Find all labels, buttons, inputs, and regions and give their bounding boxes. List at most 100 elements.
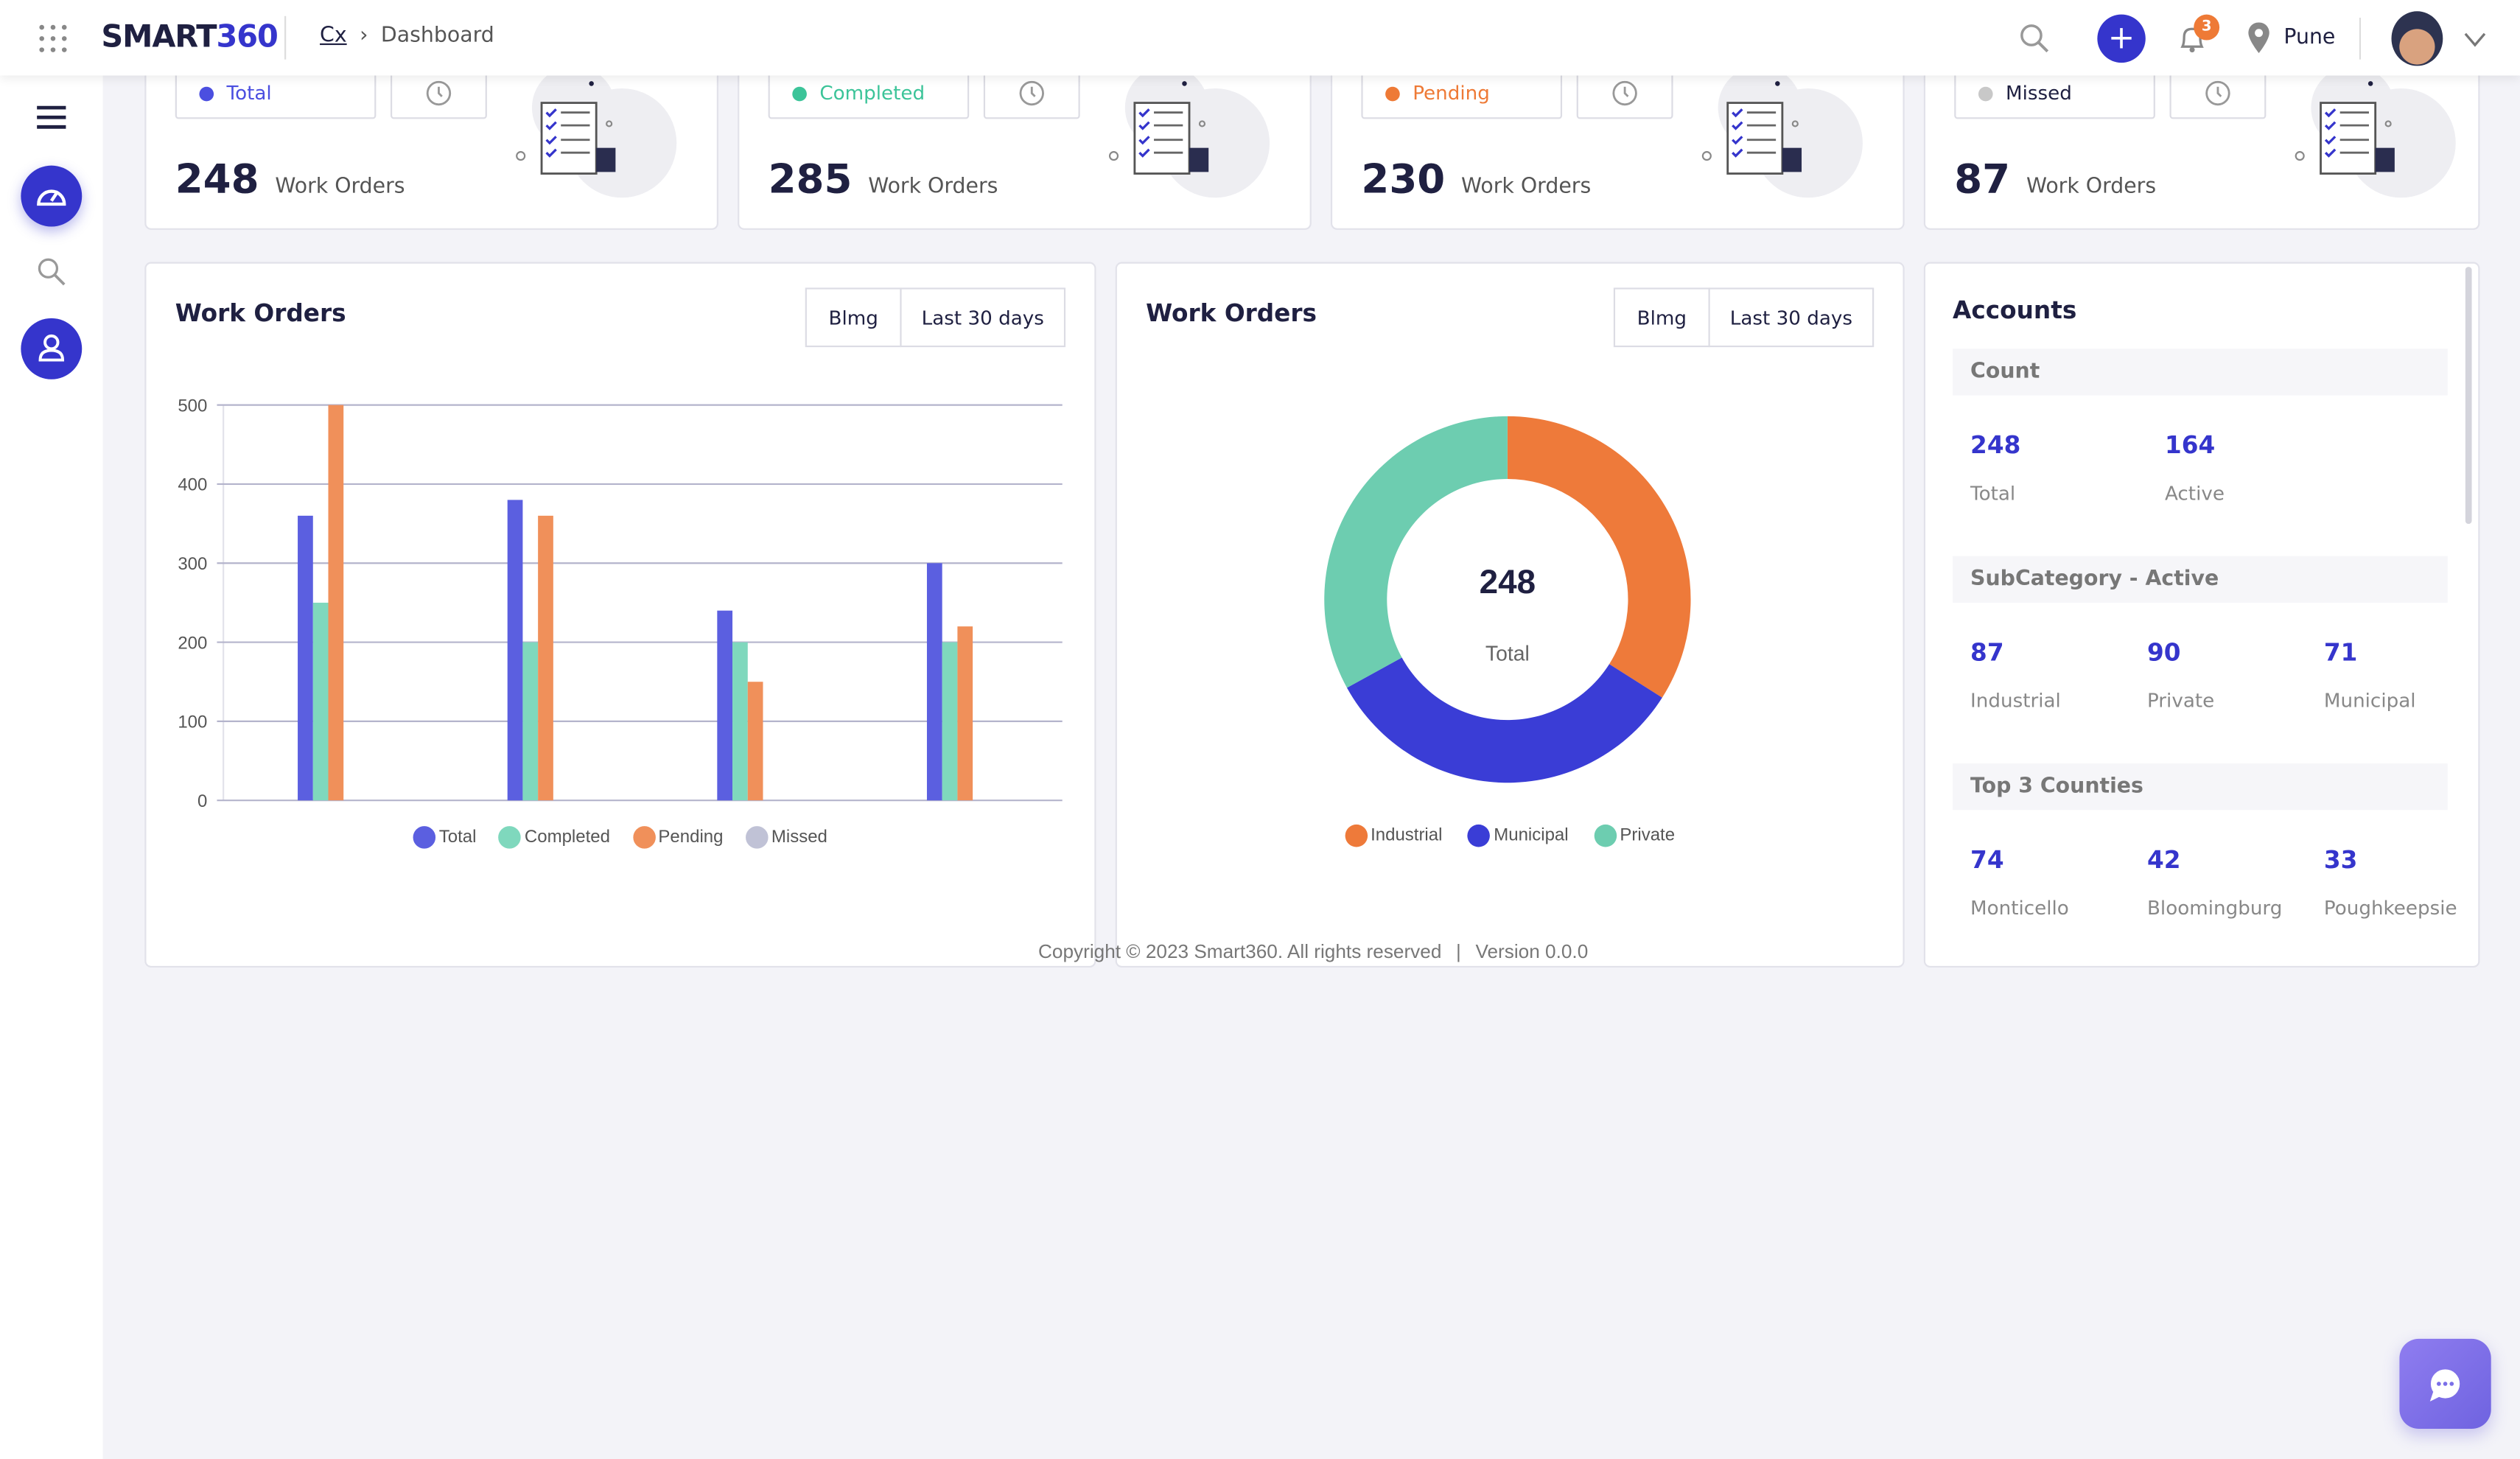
account-metric-value: 248 bbox=[1970, 430, 2021, 460]
legend-swatch bbox=[499, 826, 522, 849]
sidebar bbox=[0, 0, 103, 1459]
stat-unit: Work Orders bbox=[868, 175, 998, 200]
top-header: SMART360 Cx › Dashboard + 3 Pune bbox=[0, 0, 2520, 76]
bar-pending bbox=[747, 682, 763, 801]
apps-grid-icon[interactable] bbox=[37, 23, 69, 55]
y-tick-label: 400 bbox=[178, 475, 207, 495]
status-dot bbox=[199, 85, 214, 101]
legend-label: Municipal bbox=[1494, 826, 1569, 846]
bar-completed bbox=[522, 642, 539, 801]
bar-chart: 0 100 200 300 400 500 bbox=[178, 396, 1063, 811]
clock-icon bbox=[2205, 80, 2230, 106]
legend-item[interactable]: Pending bbox=[632, 826, 724, 849]
legend-item[interactable]: Missed bbox=[746, 826, 827, 849]
legend-label: Total bbox=[438, 828, 477, 847]
account-metric-label: Private bbox=[2146, 689, 2215, 713]
status-label: Missed bbox=[2006, 82, 2072, 105]
dashboard-gauge-icon bbox=[37, 189, 66, 206]
stat-value: 285 bbox=[768, 155, 853, 203]
accounts-section-header: SubCategory - Active bbox=[1953, 556, 2448, 603]
legend-item[interactable]: Total bbox=[413, 826, 477, 849]
bar-completed bbox=[732, 642, 748, 801]
divider bbox=[2359, 17, 2362, 60]
bar-total bbox=[926, 563, 942, 801]
search-icon[interactable] bbox=[2018, 23, 2051, 55]
bar-total bbox=[717, 610, 733, 801]
footer: Copyright © 2023 Smart360. All rights re… bbox=[1038, 940, 1588, 963]
stat-value: 248 bbox=[175, 155, 259, 203]
status-label: Pending bbox=[1413, 82, 1490, 105]
account-metric-label: Monticello bbox=[1970, 897, 2069, 920]
legend-item[interactable]: Completed bbox=[499, 826, 610, 849]
donut-center-value: 248 bbox=[1479, 564, 1536, 601]
legend-label: Pending bbox=[658, 828, 724, 847]
account-metric-value: 33 bbox=[2323, 845, 2358, 875]
plus-icon: + bbox=[2107, 17, 2135, 57]
stat-unit: Work Orders bbox=[1461, 175, 1592, 200]
bar-pending bbox=[957, 626, 973, 801]
clock-icon bbox=[1612, 80, 1637, 106]
y-tick-label: 200 bbox=[178, 633, 207, 653]
chat-bubble-icon bbox=[2429, 1369, 2460, 1402]
sidebar-item-users[interactable] bbox=[21, 318, 83, 379]
legend-label: Private bbox=[1620, 826, 1676, 846]
bar-total bbox=[298, 515, 313, 801]
user-icon bbox=[38, 334, 65, 362]
sidebar-item-dashboard[interactable] bbox=[21, 165, 83, 227]
version-text: Version 0.0.0 bbox=[1475, 940, 1589, 963]
add-button[interactable]: + bbox=[2097, 14, 2146, 63]
brand-logo[interactable]: SMART360 bbox=[101, 19, 278, 55]
brand-number: 360 bbox=[216, 19, 278, 55]
account-metric-label: Total bbox=[1970, 482, 2016, 505]
checklist-illustration bbox=[516, 66, 677, 198]
clock-icon bbox=[1019, 80, 1044, 106]
scrollbar[interactable] bbox=[2465, 267, 2472, 525]
chat-button[interactable] bbox=[2399, 1338, 2491, 1430]
status-dot bbox=[792, 85, 807, 101]
bar-total bbox=[507, 500, 523, 801]
divider bbox=[284, 15, 287, 60]
menu-icon[interactable] bbox=[35, 105, 68, 130]
y-tick-label: 300 bbox=[178, 554, 207, 574]
account-metric-label: Industrial bbox=[1970, 689, 2061, 713]
stat-unit: Work Orders bbox=[2026, 175, 2157, 200]
legend-swatch bbox=[746, 826, 769, 849]
breadcrumb-cx[interactable]: Cx bbox=[320, 24, 347, 49]
y-tick-label: 500 bbox=[178, 396, 207, 416]
chevron-right-icon: › bbox=[360, 24, 368, 49]
avatar[interactable] bbox=[2391, 11, 2443, 66]
legend-swatch bbox=[1468, 824, 1491, 847]
stat-unit: Work Orders bbox=[275, 175, 405, 200]
location-selector[interactable]: Pune bbox=[2283, 26, 2335, 50]
donut-center-label: Total bbox=[1485, 641, 1530, 665]
stat-card-missed: Missed 87 Work Orders bbox=[1923, 57, 2480, 230]
search-icon[interactable] bbox=[37, 257, 66, 286]
checklist-illustration bbox=[1108, 66, 1270, 198]
legend-label: Completed bbox=[524, 828, 610, 847]
account-metric-value: 42 bbox=[2146, 845, 2181, 875]
account-metric-value: 164 bbox=[2164, 430, 2216, 460]
stat-value: 87 bbox=[1954, 155, 2011, 203]
legend-item[interactable]: Municipal bbox=[1468, 824, 1569, 847]
account-metric-label: Active bbox=[2164, 482, 2225, 505]
breadcrumb: Cx › Dashboard bbox=[320, 24, 494, 49]
donut-slice-municipal bbox=[1346, 657, 1662, 783]
legend-item[interactable]: Industrial bbox=[1345, 824, 1442, 847]
status-dot bbox=[1978, 85, 1993, 101]
separator: | bbox=[1456, 940, 1461, 963]
legend-swatch bbox=[1345, 824, 1368, 847]
accounts-section-header: Top 3 Counties bbox=[1953, 763, 2448, 811]
stat-card-completed: Completed 285 Work Orders bbox=[738, 57, 1312, 230]
account-metric-label: Municipal bbox=[2323, 689, 2416, 713]
checklist-illustration bbox=[1701, 66, 1863, 198]
scroll-clip bbox=[1912, 968, 2491, 1000]
status-dot bbox=[1385, 85, 1400, 101]
bar-pending bbox=[328, 405, 344, 801]
stat-card-total: Total 248 Work Orders bbox=[144, 57, 718, 230]
chevron-down-icon[interactable] bbox=[2464, 32, 2487, 49]
legend-item[interactable]: Private bbox=[1594, 824, 1676, 847]
breadcrumb-dashboard: Dashboard bbox=[380, 24, 494, 49]
bar-chart-legend: Total Completed Pending Missed bbox=[144, 826, 1096, 849]
legend-swatch bbox=[1594, 824, 1617, 847]
y-tick-label: 100 bbox=[178, 713, 207, 732]
